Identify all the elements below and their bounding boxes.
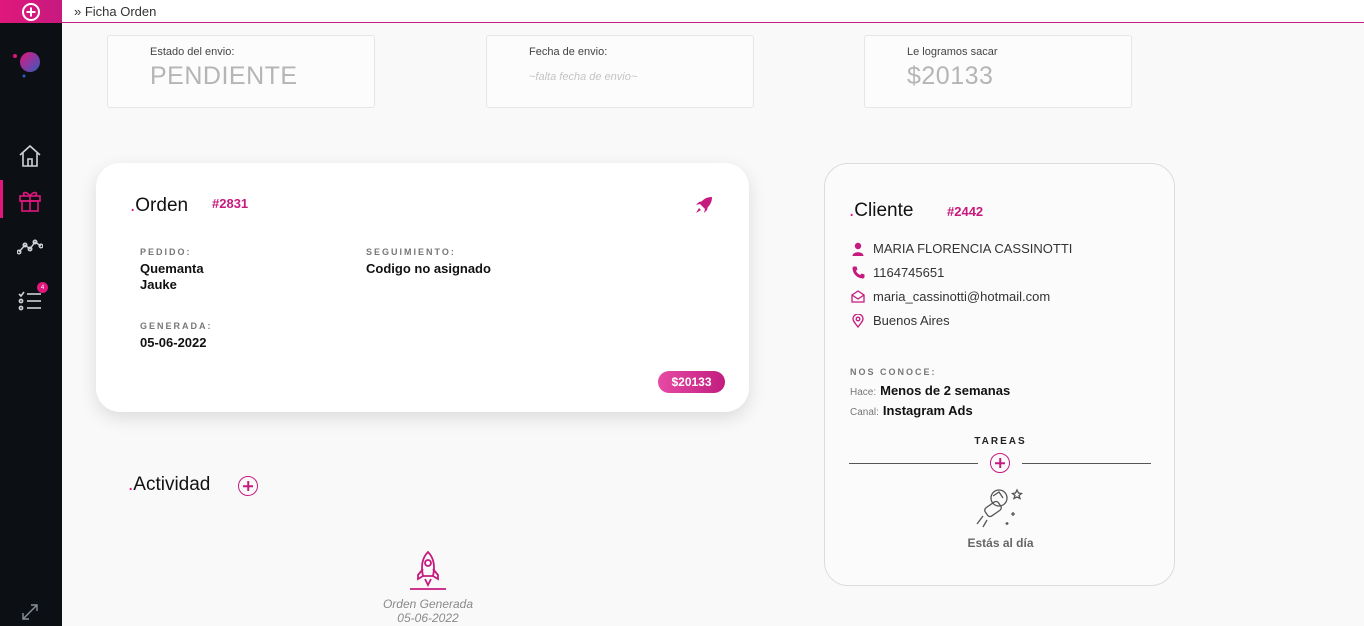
- location-pin-icon: [851, 313, 865, 328]
- seguimiento-label: SEGUIMIENTO:: [366, 247, 456, 257]
- generada-value: 05-06-2022: [140, 335, 207, 350]
- up-to-date-text: Estás al día: [967, 536, 1034, 550]
- hace-row: Hace: Menos de 2 semanas: [850, 383, 1011, 398]
- stat-value: $20133: [907, 62, 994, 90]
- add-task-button[interactable]: [990, 453, 1010, 473]
- order-card: .Orden #2831 PEDIDO: Quemanta Jauke SEGU…: [96, 163, 749, 412]
- stats-icon[interactable]: [16, 233, 44, 261]
- rocket-icon[interactable]: [694, 195, 714, 215]
- canal-row: Canal: Instagram Ads: [850, 403, 973, 418]
- tasks-icon[interactable]: 4: [16, 282, 48, 315]
- home-icon[interactable]: [16, 142, 44, 170]
- nos-conoce-label: NOS CONOCE:: [850, 367, 937, 377]
- gift-icon[interactable]: [16, 186, 44, 214]
- topbar: » Ficha Orden: [62, 0, 1364, 23]
- pedido-label: PEDIDO:: [140, 247, 192, 257]
- client-name: MARIA FLORENCIA CASSINOTTI: [873, 241, 1073, 256]
- pedido-value-1: Quemanta: [140, 261, 204, 276]
- app-logo: [13, 52, 40, 78]
- order-id: #2831: [212, 196, 249, 211]
- client-phone-row: 1164745651: [851, 265, 944, 280]
- plus-circle-icon: [22, 2, 40, 21]
- pedido-value-2: Jauke: [140, 277, 177, 292]
- new-button[interactable]: [0, 0, 62, 23]
- rocket-launch-icon: [410, 550, 446, 590]
- seguimiento-value: Codigo no asignado: [366, 261, 491, 276]
- stat-label: Estado del envio:: [150, 46, 235, 58]
- phone-icon: [851, 266, 865, 280]
- astronaut-icon: [976, 488, 1024, 528]
- stat-value: ~falta fecha de envio~: [529, 71, 638, 83]
- client-email-row: maria_cassinotti@hotmail.com: [851, 289, 1050, 304]
- client-location: Buenos Aires: [873, 313, 950, 328]
- client-id: #2442: [947, 204, 984, 219]
- active-indicator: [0, 180, 3, 218]
- price-badge: $20133: [658, 371, 725, 393]
- stat-label: Le logramos sacar: [907, 46, 998, 58]
- timeline-event-date: 05-06-2022: [397, 611, 459, 625]
- client-card: .Cliente #2442 MARIA FLORENCIA CASSINOTT…: [824, 163, 1175, 586]
- add-activity-button[interactable]: [238, 476, 258, 496]
- breadcrumb: » Ficha Orden: [74, 4, 157, 19]
- stat-label: Fecha de envio:: [529, 46, 608, 58]
- tareas-title: TAREAS: [974, 436, 1027, 447]
- client-name-row: MARIA FLORENCIA CASSINOTTI: [851, 241, 1072, 256]
- activity-title: .Actividad: [128, 474, 211, 495]
- order-title: .Orden: [130, 195, 189, 216]
- client-phone[interactable]: 1164745651: [873, 265, 944, 280]
- stat-estado-envio: Estado del envio: PENDIENTE: [107, 35, 375, 108]
- generada-label: GENERADA:: [140, 321, 213, 331]
- client-title: .Cliente: [849, 200, 914, 221]
- sidebar: 4: [0, 0, 62, 626]
- stat-monto: Le logramos sacar $20133: [864, 35, 1132, 108]
- stat-fecha-envio: Fecha de envio: ~falta fecha de envio~: [486, 35, 754, 108]
- divider: [849, 463, 978, 464]
- stat-value: PENDIENTE: [150, 62, 298, 90]
- timeline-event-label: Orden Generada: [382, 597, 474, 611]
- expand-icon[interactable]: [16, 598, 44, 626]
- client-email[interactable]: maria_cassinotti@hotmail.com: [873, 289, 1050, 304]
- client-location-row: Buenos Aires: [851, 313, 950, 328]
- mail-icon: [851, 290, 865, 304]
- divider: [1022, 463, 1151, 464]
- tasks-badge: 4: [37, 282, 48, 293]
- user-icon: [851, 242, 865, 256]
